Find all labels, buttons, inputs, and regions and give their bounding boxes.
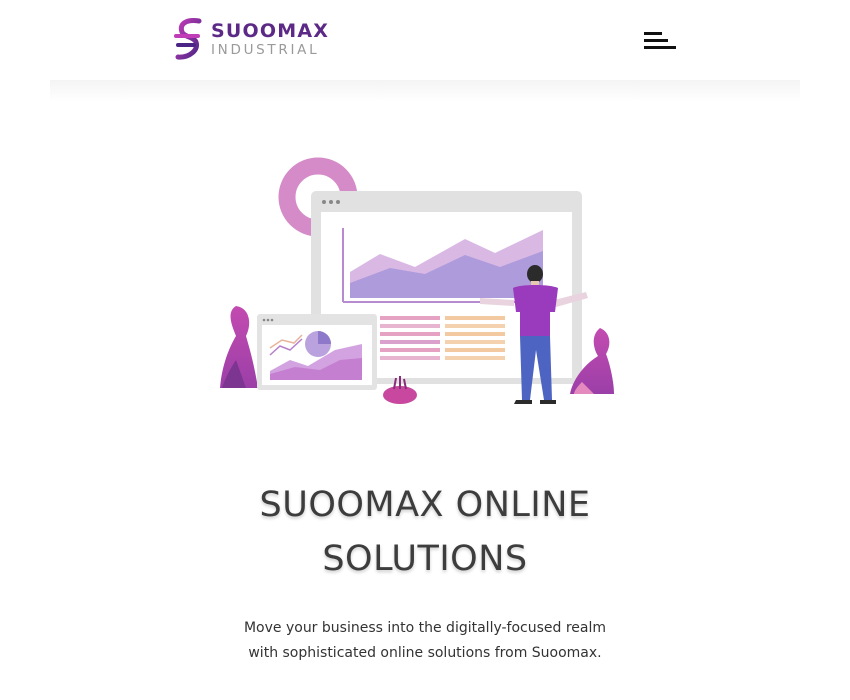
menu-icon-bar-bottom — [644, 46, 676, 49]
small-monitor-icon — [257, 314, 377, 390]
hero-title-line-1: SUOOMAX ONLINE — [259, 485, 591, 525]
hero-title-line-2: SOLUTIONS — [322, 539, 528, 579]
site-header: SUOOMAX INDUSTRIAL — [0, 0, 850, 82]
menu-icon-bar-middle — [644, 39, 668, 42]
hero-title: SUOOMAX ONLINE SOLUTIONS — [0, 478, 850, 586]
page: SUOOMAX INDUSTRIAL SUOOMAX ONLINE SOLUTI… — [0, 0, 850, 700]
brand-subtitle: INDUSTRIAL — [211, 42, 320, 59]
brand-name: SUOOMAX — [211, 20, 330, 43]
brand-logo[interactable]: SUOOMAX INDUSTRIAL — [174, 18, 329, 62]
menu-icon-bar-top — [644, 32, 662, 35]
logo-text: SUOOMAX INDUSTRIAL — [211, 22, 329, 58]
logo-mark-icon — [174, 18, 202, 60]
left-plant-icon — [220, 306, 258, 388]
analytics-illustration — [220, 157, 614, 404]
hero-description: Move your business into the digitally-fo… — [243, 620, 607, 661]
menu-button[interactable] — [644, 30, 678, 52]
header-shadow — [50, 80, 800, 102]
